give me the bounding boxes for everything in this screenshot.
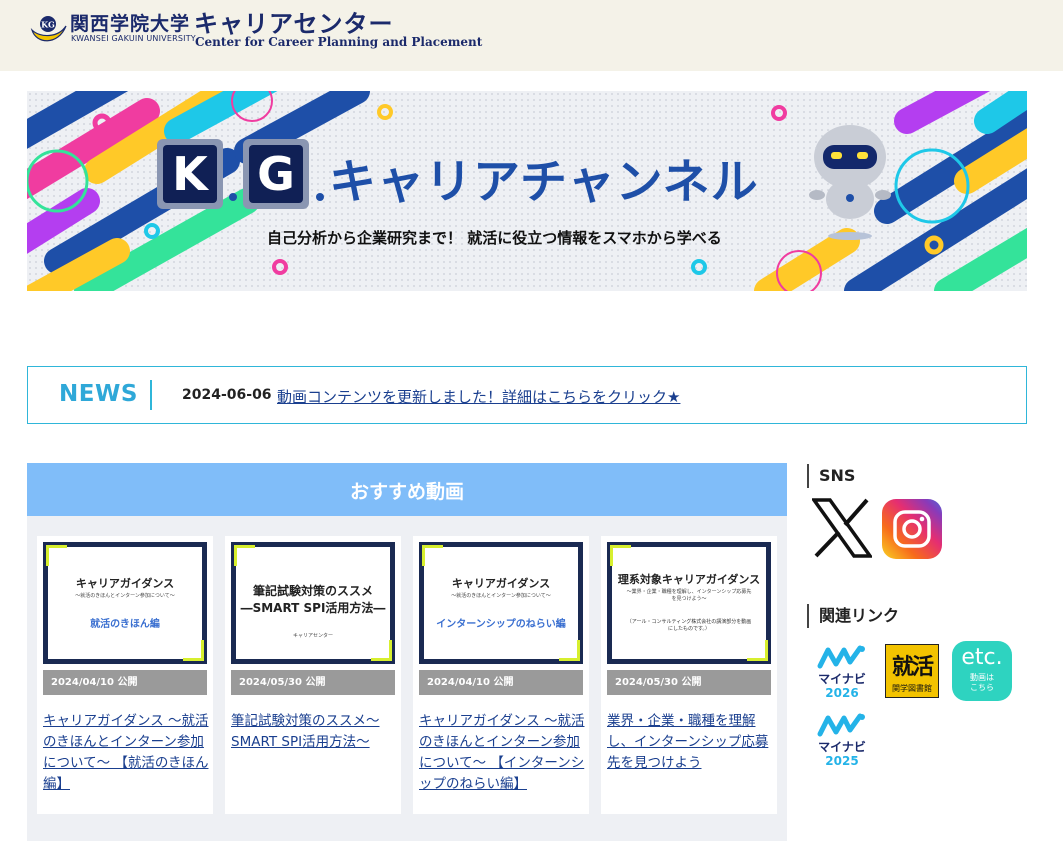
mynavi-2026-link[interactable]: マイナビ 2026 — [814, 644, 870, 702]
recommended-videos-panel: おすすめ動画 キャリアガイダンス ～就活のきほんとインターン参加について～ 就活… — [27, 463, 787, 841]
svg-text:KG: KG — [41, 20, 55, 30]
career-channel-banner[interactable]: K G キャリアチャンネル 自己分析から企業研究まで！ 就活に役立つ情報をスマホ… — [27, 91, 1027, 291]
etc-sub-label: 動画は こちら — [970, 673, 994, 692]
video-card[interactable]: 理系対象キャリアガイダンス ～業界・企業・職種を理解し、インターンシップ応募先を… — [601, 536, 777, 814]
thumb-highlight: インターンシップのねらい編 — [436, 619, 566, 630]
video-link[interactable]: 業界・企業・職種を理解し、インターンシップ応募先を見つけよう — [607, 711, 773, 774]
banner-letter-k: K — [172, 147, 208, 201]
mynavi-2025-link[interactable]: マイナビ 2025 — [814, 712, 870, 770]
thumb-title: 筆記試験対策のススメ ―SMART SPI活用方法― — [240, 584, 386, 615]
mynavi-logo-icon — [817, 713, 865, 737]
mynavi-2026-name: マイナビ — [818, 672, 866, 686]
center-name-en[interactable]: Center for Career Planning and Placement — [195, 35, 482, 49]
mynavi-2026-year: 2026 — [825, 686, 859, 700]
video-card[interactable]: キャリアガイダンス ～就活のきほんとインターン参加について～ 就活のきほん編 2… — [37, 536, 213, 814]
crescent-moon-logo-icon[interactable]: KG — [28, 8, 68, 46]
thumb-subtitle: ～就活のきほんとインターン参加について～ — [451, 593, 551, 599]
video-thumbnail[interactable]: 理系対象キャリアガイダンス ～業界・企業・職種を理解し、インターンシップ応募先を… — [607, 542, 771, 664]
banner-subtitle: 自己分析から企業研究まで！ 就活に役立つ情報をスマホから学べる — [267, 229, 722, 247]
news-link[interactable]: 動画コンテンツを更新しました！詳細はこちらをクリック★ — [277, 386, 680, 407]
thumb-subtitle: ～就活のきほんとインターン参加について～ — [75, 593, 175, 599]
thumb-title: キャリアガイダンス — [75, 577, 175, 590]
publish-date: 2024/05/30 公開 — [607, 670, 771, 695]
banner-letter-g: G — [257, 147, 295, 201]
publish-date: 2024/04/10 公開 — [43, 670, 207, 695]
video-thumbnail[interactable]: 筆記試験対策のススメ ―SMART SPI活用方法― キャリアセンター — [231, 542, 395, 664]
news-divider — [150, 380, 152, 410]
related-links-heading: 関連リンク — [807, 604, 899, 628]
video-card[interactable]: キャリアガイダンス ～就活のきほんとインターン参加について～ インターンシップの… — [413, 536, 589, 814]
etc-videos-link[interactable]: etc. 動画は こちら — [952, 641, 1012, 701]
recommended-title: おすすめ動画 — [349, 481, 464, 503]
university-name-jp: 関西学院大学 — [70, 13, 191, 35]
news-box: NEWS 2024-06-06 動画コンテンツを更新しました！詳細はこちらをクリ… — [27, 366, 1027, 424]
thumb-subtitle: キャリアセンター — [293, 633, 333, 639]
mynavi-logo-icon — [817, 645, 865, 669]
shukatsu-caption: 関学図書館 — [892, 684, 932, 693]
video-card[interactable]: 筆記試験対策のススメ ―SMART SPI活用方法― キャリアセンター 2024… — [225, 536, 401, 814]
shukatsu-library-link[interactable]: 就活 関学図書館 — [885, 644, 939, 698]
publish-date: 2024/05/30 公開 — [231, 670, 395, 695]
video-thumbnail[interactable]: キャリアガイダンス ～就活のきほんとインターン参加について～ 就活のきほん編 — [43, 542, 207, 664]
video-link[interactable]: キャリアガイダンス ～就活のきほんとインターン参加について～ 【インターンシップ… — [419, 711, 585, 795]
video-thumbnail[interactable]: キャリアガイダンス ～就活のきほんとインターン参加について～ インターンシップの… — [419, 542, 583, 664]
thumb-note: （アール・コンサルティング株式会社の講演部分を動画にしたものです。） — [626, 619, 752, 632]
x-twitter-icon[interactable] — [812, 498, 872, 558]
news-label: NEWS — [59, 381, 138, 407]
center-name-jp[interactable]: キャリアセンター — [194, 4, 394, 39]
recommended-title-bar: おすすめ動画 — [27, 463, 787, 516]
site-header: KG 関西学院大学 KWANSEI GAKUIN UNIVERSITY キャリア… — [0, 0, 1063, 71]
thumb-title: キャリアガイダンス — [451, 577, 551, 590]
thumb-highlight: 就活のきほん編 — [90, 619, 160, 630]
etc-main-label: etc. — [961, 645, 1003, 670]
publish-date: 2024/04/10 公開 — [419, 670, 583, 695]
mynavi-2025-name: マイナビ — [818, 740, 866, 754]
thumb-subtitle: ～業界・企業・職種を理解し、インターンシップ応募先を見つけよう～ — [626, 589, 752, 602]
instagram-icon[interactable] — [882, 499, 942, 559]
video-link[interactable]: キャリアガイダンス ～就活のきほんとインターン参加について～ 【就活のきほん編】 — [43, 711, 209, 795]
video-link[interactable]: 筆記試験対策のススメ～SMART SPI活用方法～ — [231, 711, 397, 753]
banner-title: キャリアチャンネル — [329, 155, 759, 210]
news-date: 2024-06-06 — [182, 387, 272, 403]
shukatsu-glyph: 就活 — [891, 655, 934, 680]
thumb-title: 理系対象キャリアガイダンス — [617, 573, 761, 586]
sns-heading: SNS — [807, 464, 855, 488]
mynavi-2025-year: 2025 — [825, 754, 859, 768]
university-name-en: KWANSEI GAKUIN UNIVERSITY — [71, 34, 196, 43]
